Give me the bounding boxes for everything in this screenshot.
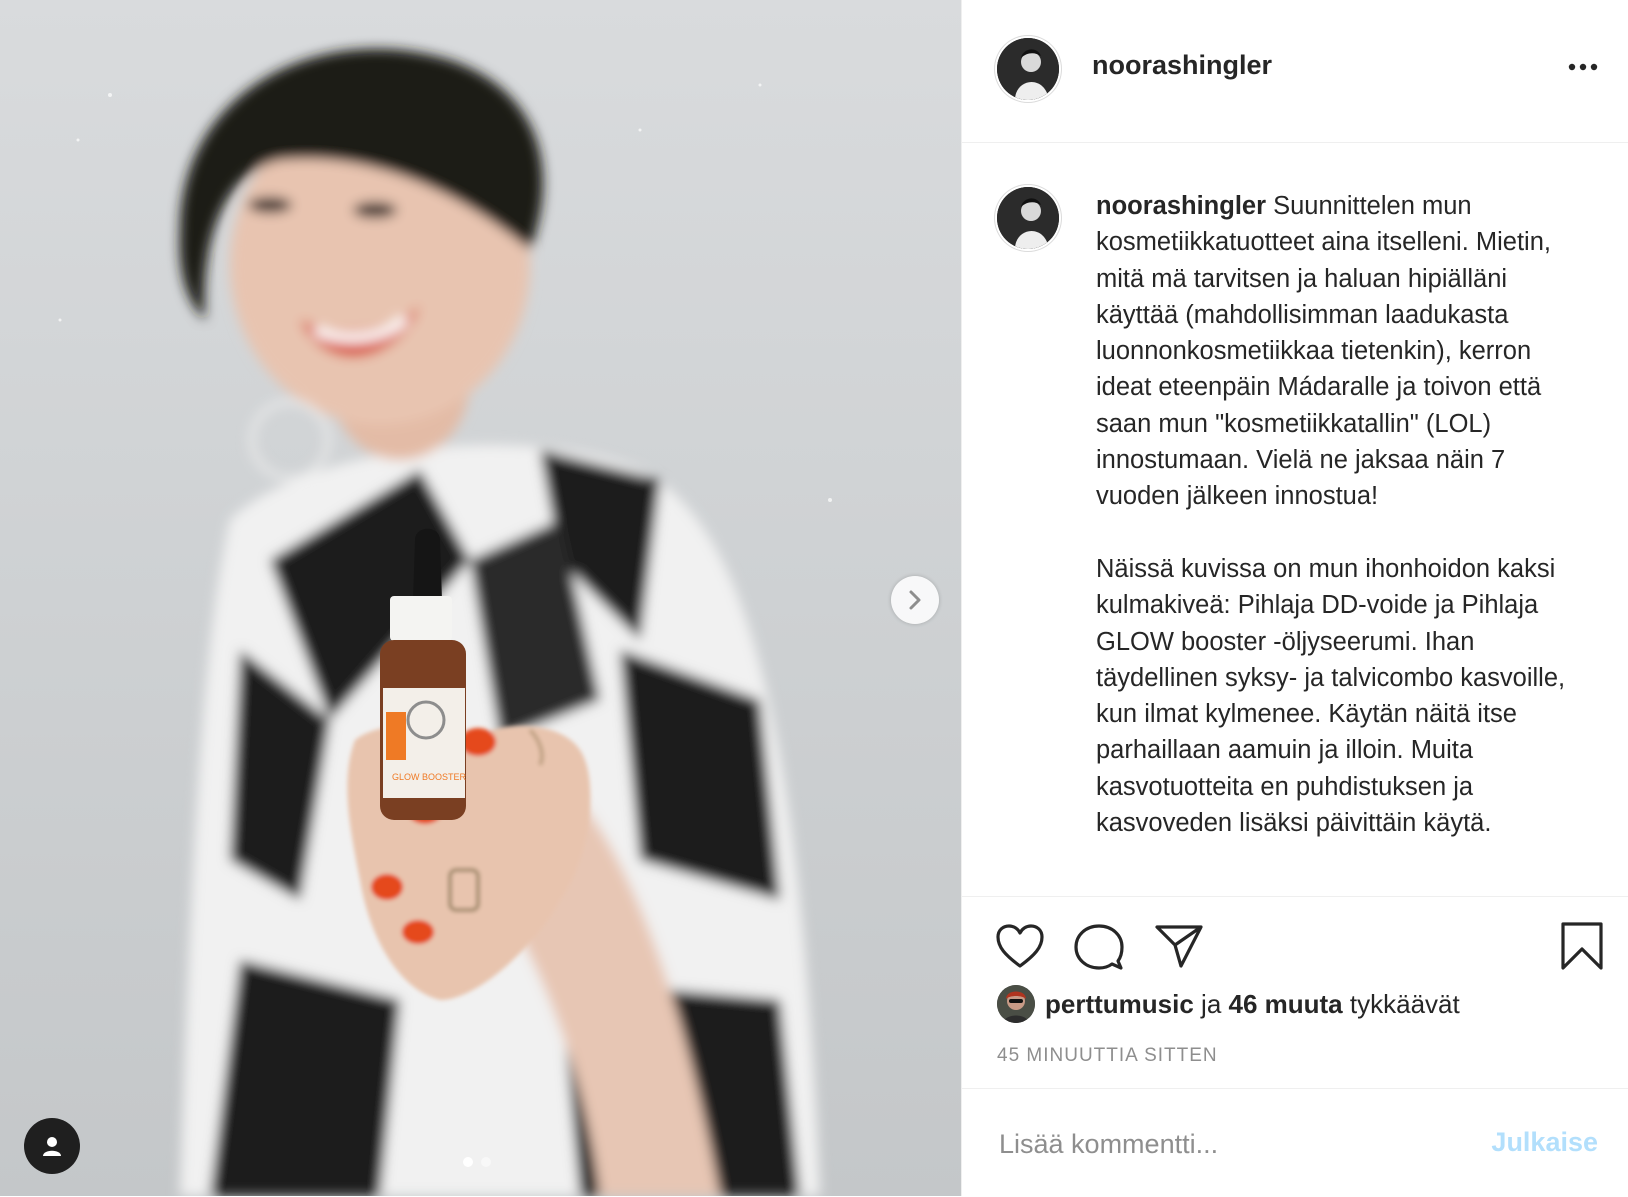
user-tag-icon [43,1137,61,1156]
next-slide-button[interactable] [891,576,939,624]
caption-text: Suunnittelen mun kosmetiikkatuotteet ain… [1096,192,1566,838]
svg-text:GLOW BOOSTER: GLOW BOOSTER [392,772,467,782]
post-sidebar: noorashingler noorashingler Suunnittelen… [961,0,1628,1196]
tagged-users-button[interactable] [24,1118,80,1174]
post-timestamp[interactable]: 45 minuuttia sitten [997,1045,1218,1067]
post-caption: noorashingler Suunnittelen mun kosmetiik… [1096,188,1591,841]
caption-author-avatar[interactable] [997,187,1059,249]
author-username[interactable]: noorashingler [1092,50,1272,81]
likes-summary: perttumusic ja 46 muuta tykkäävät [997,985,1460,1023]
comment-form: Julkaise [962,1088,1628,1197]
save-button[interactable] [1560,921,1604,976]
liker-username[interactable]: perttumusic [1045,989,1194,1020]
more-options-button[interactable] [1568,58,1598,76]
likes-count[interactable]: 46 muuta [1229,989,1343,1020]
share-icon [1155,925,1203,968]
share-button[interactable] [1154,923,1204,974]
like-button[interactable] [995,923,1045,974]
comment-icon [1074,924,1124,970]
caption-section: noorashingler Suunnittelen mun kosmetiik… [962,142,1628,896]
likes-connector: ja [1193,988,1229,1019]
chevron-right-icon [909,590,921,610]
carousel-indicator [463,1157,491,1167]
more-options-icon [1568,63,1598,71]
likes-suffix: tykkäävät [1342,988,1460,1019]
carousel-dot [481,1157,491,1167]
bookmark-icon [1561,922,1603,970]
liker-avatar[interactable] [997,985,1035,1023]
comment-input[interactable] [997,1119,1461,1169]
post-header: noorashingler [962,0,1628,143]
author-avatar[interactable] [997,38,1059,100]
post-photo[interactable]: GLOW BOOSTER [0,0,961,1196]
post-comment-button[interactable]: Julkaise [1491,1127,1598,1158]
comment-button[interactable] [1074,923,1124,976]
carousel-dot-active [463,1157,473,1167]
heart-icon [996,924,1044,968]
post-actions: perttumusic ja 46 muuta tykkäävät 45 min… [962,896,1628,1089]
caption-username[interactable]: noorashingler [1096,192,1266,220]
post-image: GLOW BOOSTER [58,48,832,1196]
